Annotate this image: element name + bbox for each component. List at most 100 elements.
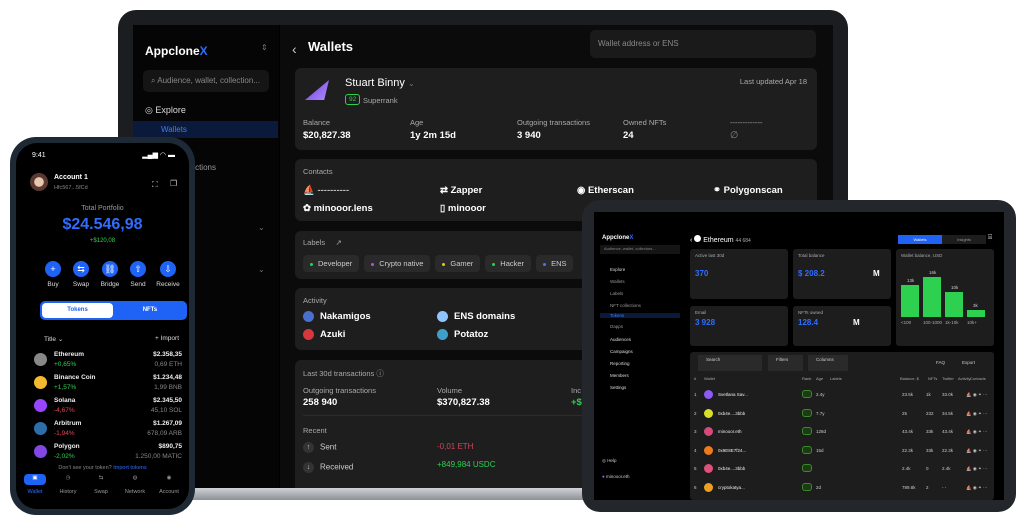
contacts-icons[interactable]: ⛵ ◉ ⚭ ⋯ (966, 485, 988, 491)
column-header[interactable]: Activity (958, 376, 971, 381)
contact-link[interactable]: ✿ minooor.lens (303, 203, 373, 214)
contacts-icons[interactable]: ⛵ ◉ ⚭ ⋯ (966, 429, 988, 435)
column-header[interactable]: Age (816, 376, 823, 381)
label-chip[interactable]: Crypto native (364, 255, 431, 272)
nav-account[interactable]: Account (154, 489, 184, 495)
sidebar-item[interactable]: Dapps (610, 324, 623, 329)
table-search-input[interactable]: Search (698, 355, 762, 371)
sidebar-item[interactable]: NFT collections (610, 303, 641, 308)
table-row[interactable]: 2 0xb4e....3bbb 7.7y 25 232 34.5k ⛵ ◉ ⚭ ⋯ (694, 405, 990, 423)
book-icon[interactable]: ⌸ (988, 234, 992, 242)
scan-icon[interactable]: ⛶ (152, 180, 158, 190)
sidebar-item[interactable]: Settings (610, 385, 626, 390)
tab-tokens[interactable]: Tokens (42, 303, 113, 318)
nav-swap[interactable]: Swap (86, 489, 116, 495)
table-row[interactable]: 5 0xb4e....3bbb 2.4k 0 2.4k ⛵ ◉ ⚭ ⋯ (694, 460, 990, 478)
contact-link[interactable]: ◉ Etherscan (577, 185, 634, 196)
column-header[interactable]: Balance, $ (900, 376, 919, 381)
table-row[interactable]: 1 Svetlana Sav... 2.4y 23.5k 1k 33.0k ⛵ ◉ ⚭ ⋯ (694, 386, 990, 404)
faq-button[interactable]: FAQ (936, 360, 945, 365)
sidebar-item[interactable]: Campaigns (610, 349, 633, 354)
sidebar-item-wallets[interactable]: Wallets (133, 121, 278, 138)
contact-link[interactable]: ⛵ ---------- (303, 185, 349, 196)
activity-item[interactable]: Azuki (303, 329, 345, 340)
table-row[interactable]: 6 cryptokatya... 2d 789.8k 2 - - ⛵ ◉ ⚭ ⋯ (694, 479, 990, 497)
avatar[interactable] (30, 173, 48, 191)
cell-n: 2 (694, 410, 697, 416)
label-chips: Developer Crypto native Gamer Hacker ENS (303, 253, 578, 272)
token-row[interactable]: Arbitrum -1,94% $1.267,09 678,09 ARB (34, 419, 182, 441)
sidebar-search-input[interactable]: Audience, wallet, collectors... (600, 245, 680, 254)
column-header[interactable]: Rank (802, 376, 811, 381)
token-row[interactable]: Ethereum +0,65% $2.358,35 0,69 ETH (34, 350, 182, 372)
nav-history[interactable]: History (53, 489, 83, 495)
chevron-down-icon[interactable]: ⌄ (258, 223, 265, 232)
sidebar-item[interactable]: Audiences (610, 337, 631, 342)
nav-network[interactable]: Network (120, 489, 150, 495)
token-row[interactable]: Solana -4,67% $2.345,50 45,10 SOL (34, 396, 182, 418)
sort-dropdown[interactable]: Title ⌄ (44, 335, 63, 343)
account-address[interactable]: Hfc567...5fCd (54, 185, 88, 191)
workspace-switch-icon[interactable]: ⇕ (261, 43, 268, 52)
columns-dropdown[interactable]: Columns (808, 355, 848, 371)
chevron-down-icon: ⌄ (407, 79, 415, 88)
back-icon[interactable]: ‹ (292, 41, 297, 57)
token-row[interactable]: Polygon -2,02% $890,75 1.250,00 MATIC (34, 442, 182, 464)
nav-wallet[interactable]: Wallet (20, 489, 50, 495)
filters-dropdown[interactable]: Filters (768, 355, 803, 371)
activity-item[interactable]: ENS domains (437, 311, 515, 322)
export-button[interactable]: Export (962, 360, 975, 365)
table-row[interactable]: 3 minooor.eth 128d 43.4k 33k 43.4k ⛵ ◉ ⚭ ⋯ (694, 423, 990, 441)
activity-item[interactable]: Potatoz (437, 329, 488, 340)
token-icon (34, 422, 47, 435)
external-link-icon[interactable]: ↗ (336, 238, 342, 247)
label-chip[interactable]: ENS (536, 255, 574, 272)
contacts-icons[interactable]: ⛵ ◉ ⚭ ⋯ (966, 466, 988, 472)
label-chip[interactable]: Hacker (485, 255, 532, 272)
contact-link[interactable]: ▯ minooor (440, 203, 486, 214)
profile-name[interactable]: Stuart Binny ⌄ (345, 77, 415, 89)
sidebar-item[interactable]: Reporting (610, 361, 630, 366)
contacts-icons[interactable]: ⛵ ◉ ⚭ ⋯ (966, 392, 988, 398)
import-button[interactable]: + Import (155, 335, 179, 342)
sidebar-item[interactable]: Wallets (610, 279, 625, 284)
contact-link[interactable]: ⚭ Polygonscan (713, 185, 783, 196)
column-header[interactable]: Twitter (942, 376, 954, 381)
column-header[interactable]: Labels (830, 376, 842, 381)
page-title: ‹ Ethereum 44 684 (690, 235, 751, 244)
activity-item[interactable]: Nakamigos (303, 311, 371, 322)
chart-bar (945, 292, 963, 317)
user-menu[interactable]: ● minooor.eth (602, 474, 630, 479)
chevron-down-icon[interactable]: ⌄ (258, 265, 265, 274)
sidebar-item[interactable]: Tokens (600, 313, 680, 318)
contacts-icons[interactable]: ⛵ ◉ ⚭ ⋯ (966, 448, 988, 454)
transaction-row[interactable]: ↓ Received (303, 462, 353, 473)
account-name[interactable]: Account 1 (54, 174, 88, 181)
tab-insights[interactable]: Insights (942, 235, 986, 244)
tab-nfts[interactable]: NFTs (115, 303, 185, 318)
sidebar-item[interactable]: Members (610, 373, 629, 378)
token-row[interactable]: Binance Coin +1,57% $1.234,48 1,99 BNB (34, 373, 182, 395)
label-chip[interactable]: Developer (303, 255, 360, 272)
receive-button[interactable]: ⇩ Receive (151, 261, 185, 288)
copy-icon[interactable]: ❐ (170, 179, 177, 188)
sidebar-item-explore[interactable]: ◎ Explore (145, 105, 186, 116)
column-header[interactable]: # (694, 376, 696, 381)
contact-link[interactable]: ⇄ Zapper (440, 185, 482, 196)
wallet-search-input[interactable]: Wallet address or ENS (590, 30, 816, 58)
sidebar-search-input[interactable]: ⌕ Audience, wallet, collection... (143, 70, 269, 92)
sidebar-item[interactable]: Explore (610, 267, 625, 272)
column-header[interactable]: Wallet (704, 376, 715, 381)
tab-wallets[interactable]: Wallets (898, 235, 942, 244)
table-row[interactable]: 4 0x9E8E7f24... 15d 22.3k 33k 22.3k ⛵ ◉ ⚭ ⋯ (694, 442, 990, 460)
label-chip[interactable]: Gamer (435, 255, 481, 272)
sidebar-item-help[interactable]: ◎ Help (602, 458, 616, 464)
sidebar-item[interactable]: Labels (610, 291, 623, 296)
send-button[interactable]: ⇧ Send (121, 261, 155, 288)
column-header[interactable]: Contacts (970, 376, 986, 381)
token-amount: 1.250,00 MATIC (135, 453, 182, 460)
column-header[interactable]: NFTs (928, 376, 937, 381)
contacts-icons[interactable]: ⛵ ◉ ⚭ ⋯ (966, 411, 988, 417)
transaction-row[interactable]: ↑ Sent (303, 442, 336, 453)
info-icon[interactable]: ⓘ (376, 369, 384, 378)
